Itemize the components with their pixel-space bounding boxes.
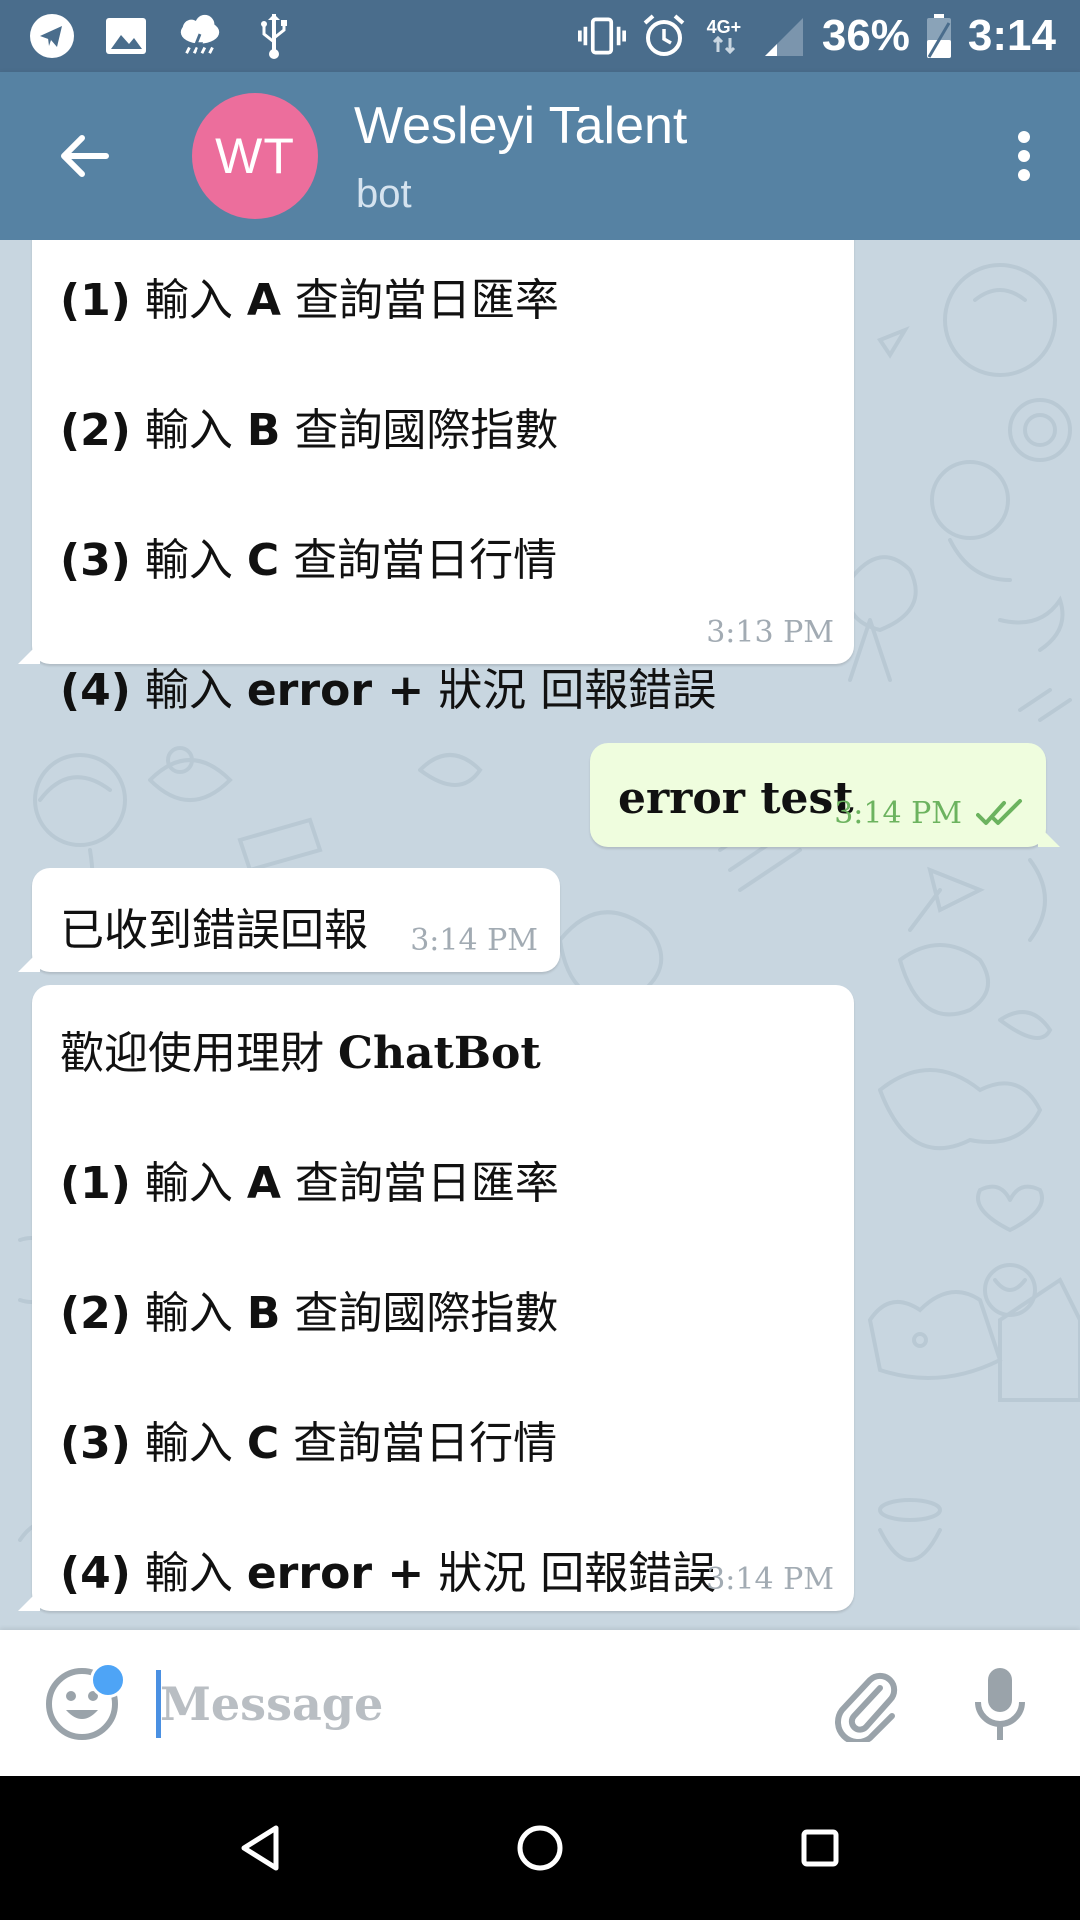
triangle-back-icon <box>241 1825 279 1871</box>
message-time: 3:13 PM <box>706 615 834 650</box>
usb-icon <box>250 12 298 60</box>
microphone-icon <box>975 1668 1025 1740</box>
signal-icon <box>760 12 808 60</box>
nav-home-button[interactable] <box>508 1816 572 1880</box>
system-navigation-bar <box>0 1776 1080 1920</box>
message-composer <box>0 1630 1080 1776</box>
message-bubble-bot-menu-1[interactable]: (1) 輸入 A 查詢當日匯率 (2) 輸入 B 查詢國際指數 (3) 輸入 C… <box>18 240 854 716</box>
menu-line-4: (4) 輸入 error + 狀況 回報錯誤 <box>60 1548 717 1599</box>
nav-back-button[interactable] <box>228 1816 292 1880</box>
chat-subtitle: bot <box>356 172 412 216</box>
message-text: error test <box>618 773 854 824</box>
arrow-left-icon <box>61 135 109 177</box>
menu-line-2: (2) 輸入 B 查詢國際指數 <box>60 1288 559 1339</box>
image-icon <box>102 12 150 60</box>
battery-icon <box>924 12 954 60</box>
alarm-icon <box>640 12 688 60</box>
menu-line-1: (1) 輸入 A 查詢當日匯率 <box>60 1158 559 1209</box>
nav-recents-button[interactable] <box>788 1816 852 1880</box>
avatar[interactable]: WT <box>192 93 318 219</box>
message-text: 已收到錯誤回報 <box>60 905 368 956</box>
clock: 3:14 <box>967 11 1056 60</box>
telegram-icon <box>28 12 76 60</box>
circle-home-icon <box>517 1825 563 1871</box>
notification-icons <box>28 10 298 62</box>
attach-button[interactable] <box>828 1666 904 1745</box>
square-recents-icon <box>801 1829 839 1867</box>
double-check-icon <box>976 799 1022 825</box>
message-bubble-user[interactable]: error test 3:14 PM <box>590 743 1060 847</box>
voice-message-button[interactable] <box>968 1664 1032 1744</box>
notification-dot <box>90 1662 126 1698</box>
menu-line-4: (4) 輸入 error + 狀況 回報錯誤 <box>60 665 717 716</box>
more-vertical-icon <box>1018 131 1030 181</box>
menu-line-3: (3) 輸入 C 查詢當日行情 <box>60 535 558 586</box>
chat-title[interactable]: Wesleyi Talent <box>354 96 687 156</box>
message-list[interactable]: (1) 輸入 A 查詢當日匯率 (2) 輸入 B 查詢國際指數 (3) 輸入 C… <box>0 240 1080 1630</box>
menu-heading: 歡迎使用理財 ChatBot <box>60 1028 541 1079</box>
message-bubble-bot-menu-2[interactable]: 歡迎使用理財 ChatBot (1) 輸入 A 查詢當日匯率 (2) 輸入 B … <box>18 985 854 1611</box>
menu-line-1: (1) 輸入 A 查詢當日匯率 <box>60 275 559 326</box>
system-icons: 4G+ 36% 3:14 <box>577 10 1056 62</box>
vibrate-icon <box>577 12 626 60</box>
message-time: 3:14 PM <box>834 796 962 831</box>
back-button[interactable] <box>50 122 118 190</box>
chat-header: WT Wesleyi Talent bot <box>0 72 1080 240</box>
menu-line-2: (2) 輸入 B 查詢國際指數 <box>60 405 559 456</box>
message-time: 3:14 PM <box>706 1562 834 1597</box>
menu-line-3: (3) 輸入 C 查詢當日行情 <box>60 1418 558 1469</box>
message-input[interactable] <box>160 1668 800 1740</box>
status-bar: 4G+ 36% 3:14 <box>0 0 1080 72</box>
network-type: 4G+ <box>702 12 746 60</box>
battery-percentage: 36% <box>821 11 910 60</box>
more-options-button[interactable] <box>994 122 1054 190</box>
paperclip-icon <box>835 1672 898 1745</box>
weather-icon <box>176 12 224 60</box>
message-time: 3:14 PM <box>410 923 538 958</box>
message-bubble-bot-ack[interactable]: 已收到錯誤回報 3:14 PM <box>18 868 560 972</box>
